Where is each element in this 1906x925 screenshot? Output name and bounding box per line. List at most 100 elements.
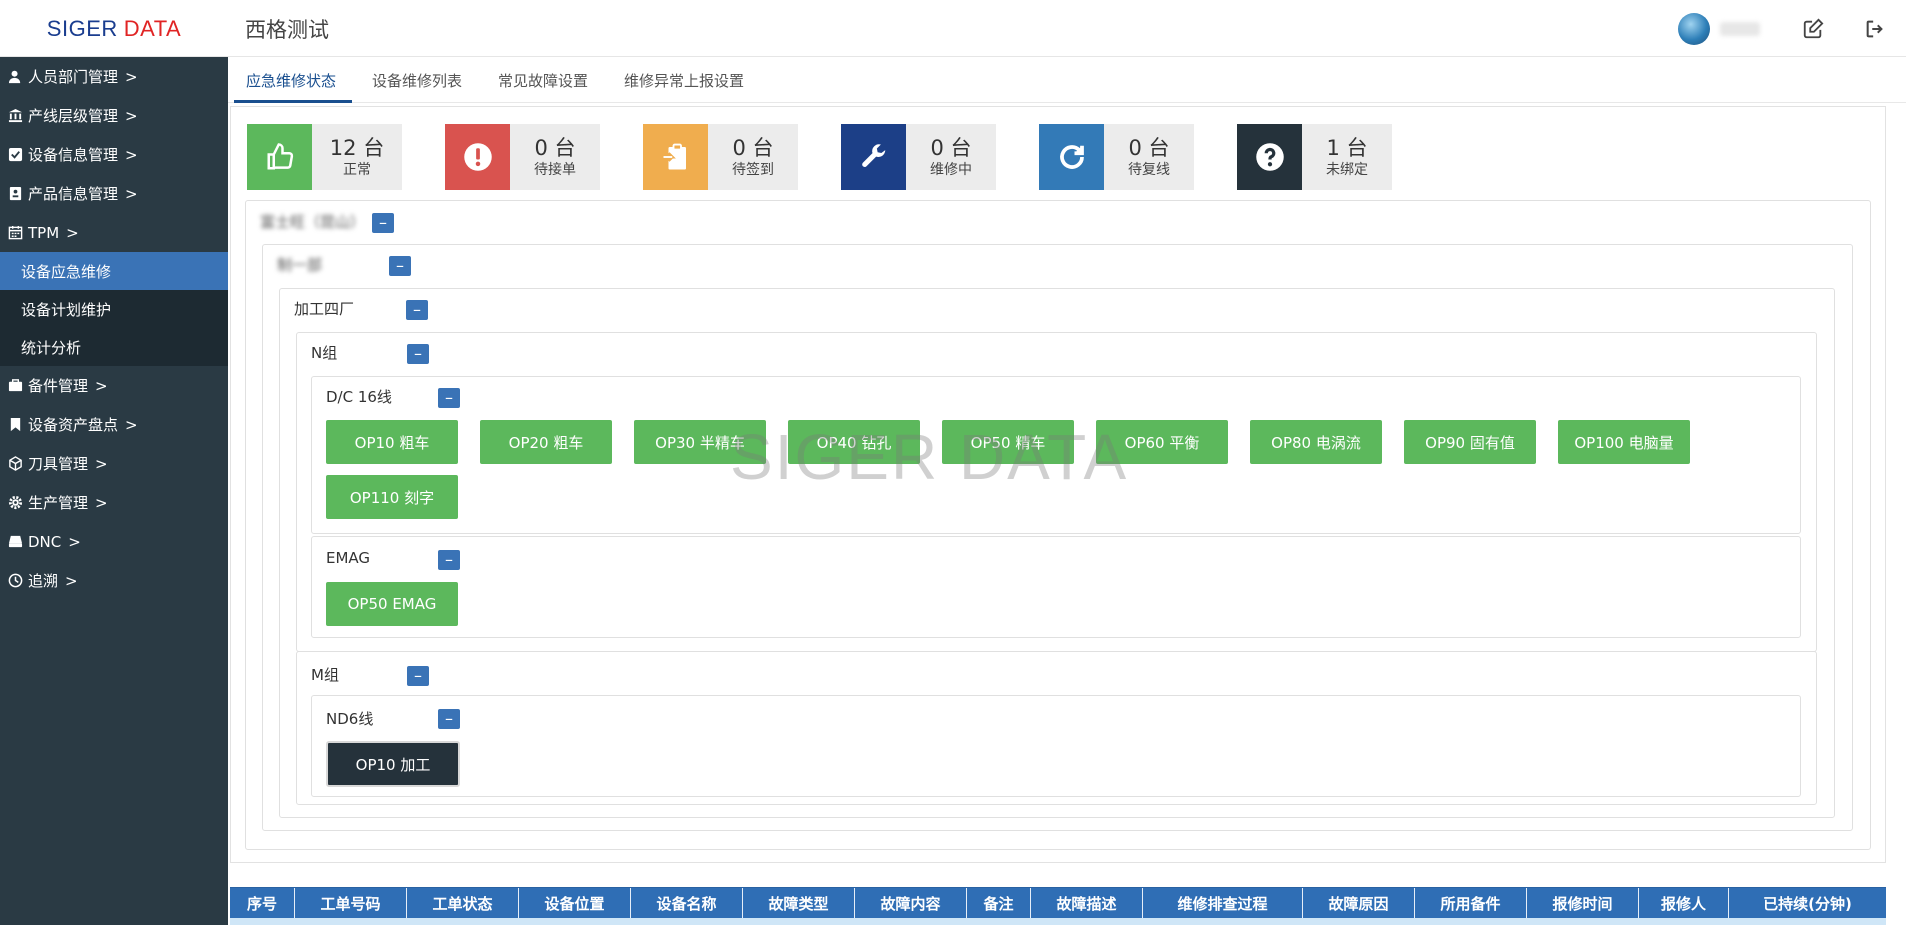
- equipment-op40[interactable]: OP40 钻孔: [788, 420, 920, 464]
- equipment-op10-nd6[interactable]: OP10 加工: [326, 741, 460, 787]
- logo[interactable]: SIGER DATA: [0, 0, 228, 57]
- chevron-right-icon: >: [125, 67, 138, 86]
- sidebar-item-personnel[interactable]: 人员部门管理 >: [0, 57, 228, 96]
- collapse-button[interactable]: –: [406, 300, 428, 320]
- sidebar-item-production-line[interactable]: 产线层级管理 >: [0, 96, 228, 135]
- column-header[interactable]: 序号: [230, 888, 295, 919]
- collapse-button[interactable]: –: [407, 666, 429, 686]
- stat-normal[interactable]: 12 台 正常: [247, 124, 402, 190]
- sidebar-item-spare-parts[interactable]: 备件管理 >: [0, 366, 228, 405]
- stat-in-repair[interactable]: 0 台 维修中: [841, 124, 996, 190]
- tree-node-group-n: N组 – D/C 16线 – OP10 粗车 OP20 粗车 OP30 半精车 …: [296, 332, 1817, 652]
- chevron-right-icon: >: [125, 145, 138, 164]
- column-header[interactable]: 故障原因: [1303, 888, 1415, 919]
- sidebar-item-label: DNC: [28, 532, 62, 551]
- tree-node-line-emag: EMAG – OP50 EMAG: [311, 536, 1801, 638]
- collapse-button[interactable]: –: [438, 388, 460, 408]
- collapse-button[interactable]: –: [438, 550, 460, 570]
- stat-pending-signin[interactable]: 0 台 待签到: [643, 124, 798, 190]
- status-summary: 12 台 正常 0 台 待接单 0 台 待签到 0 台 维修中 0 台 待复线 …: [247, 124, 1435, 190]
- sidebar-item-production[interactable]: 生产管理 >: [0, 483, 228, 522]
- stat-unbound[interactable]: 1 台 未绑定: [1237, 124, 1392, 190]
- equipment-op110[interactable]: OP110 刻字: [326, 475, 458, 519]
- stat-pending-reline[interactable]: 0 台 待复线: [1039, 124, 1194, 190]
- chevron-right-icon: >: [125, 106, 138, 125]
- user-icon: [6, 69, 24, 85]
- column-header[interactable]: 报修时间: [1527, 888, 1639, 919]
- tab-repair-list[interactable]: 设备维修列表: [354, 57, 480, 103]
- column-header[interactable]: 所用备件: [1415, 888, 1527, 919]
- sidebar-item-product-info[interactable]: 产品信息管理 >: [0, 174, 228, 213]
- column-header[interactable]: 故障类型: [743, 888, 855, 919]
- logout-button[interactable]: [1844, 0, 1906, 57]
- clipboard-sign-in-icon: [643, 124, 708, 190]
- sidebar-subitem-planned-maintenance[interactable]: 设备计划维护: [0, 290, 228, 328]
- column-header[interactable]: 报修人: [1639, 888, 1729, 919]
- work-order-table-header: 序号 工单号码 工单状态 设备位置 设备名称 故障类型 故障内容 备注 故障描述…: [230, 887, 1886, 919]
- column-header[interactable]: 故障内容: [855, 888, 967, 919]
- column-header[interactable]: 设备名称: [631, 888, 743, 919]
- sidebar-item-asset-inventory[interactable]: 设备资产盘点 >: [0, 405, 228, 444]
- equipment-op10[interactable]: OP10 粗车: [326, 420, 458, 464]
- tree-label-group: M组: [311, 666, 339, 684]
- avatar[interactable]: [1678, 12, 1710, 45]
- bookmark-icon: [6, 417, 24, 433]
- check-square-icon: [6, 147, 24, 163]
- chevron-right-icon: >: [65, 571, 78, 590]
- sidebar-subitem-emergency-repair[interactable]: 设备应急维修: [0, 252, 228, 290]
- equipment-op20[interactable]: OP20 粗车: [480, 420, 612, 464]
- equipment-op80[interactable]: OP80 电涡流: [1250, 420, 1382, 464]
- column-header[interactable]: 维修排查过程: [1143, 888, 1303, 919]
- column-header[interactable]: 工单状态: [407, 888, 519, 919]
- question-circle-icon: [1237, 124, 1302, 190]
- sidebar-item-dnc[interactable]: DNC >: [0, 522, 228, 561]
- sidebar-item-equipment-info[interactable]: 设备信息管理 >: [0, 135, 228, 174]
- tab-emergency-status[interactable]: 应急维修状态: [228, 57, 354, 103]
- column-header[interactable]: 故障描述: [1031, 888, 1143, 919]
- gear-icon: [6, 495, 24, 511]
- equipment-op30[interactable]: OP30 半精车: [634, 420, 766, 464]
- tab-exception-report[interactable]: 维修异常上报设置: [606, 57, 762, 103]
- edit-button[interactable]: [1782, 0, 1844, 57]
- stat-count: 0 台: [534, 136, 576, 160]
- hdd-icon: [6, 534, 24, 550]
- column-header[interactable]: 备注: [967, 888, 1031, 919]
- equipment-op90[interactable]: OP90 固有值: [1404, 420, 1536, 464]
- sidebar-item-label: 产品信息管理: [28, 185, 119, 203]
- equipment-op50-emag[interactable]: OP50 EMAG: [326, 582, 458, 626]
- stat-pending-accept[interactable]: 0 台 待接单: [445, 124, 600, 190]
- sidebar-subitem-statistics[interactable]: 统计分析: [0, 328, 228, 366]
- equipment-op50[interactable]: OP50 精车: [942, 420, 1074, 464]
- tree-label-line: EMAG: [326, 549, 371, 567]
- sidebar-item-tool-management[interactable]: 刀具管理 >: [0, 444, 228, 483]
- tree-label-line: ND6线: [326, 710, 374, 728]
- collapse-button[interactable]: –: [389, 256, 411, 276]
- sidebar-item-tpm[interactable]: TPM >: [0, 213, 228, 252]
- username-blurred[interactable]: [1720, 21, 1760, 36]
- tree-node-factory: 加工四厂 – N组 – D/C 16线 – OP10 粗车 OP20 粗车 OP…: [279, 288, 1835, 818]
- sidebar-item-label: 刀具管理: [28, 455, 89, 473]
- wrench-icon: [841, 124, 906, 190]
- collapse-button[interactable]: –: [407, 344, 429, 364]
- collapse-button[interactable]: –: [372, 213, 394, 233]
- tree-node-group-m: M组 – ND6线 – OP10 加工: [296, 651, 1817, 805]
- sidebar-item-traceability[interactable]: 追溯 >: [0, 561, 228, 600]
- chevron-right-icon: >: [95, 493, 108, 512]
- cube-icon: [6, 456, 24, 472]
- thumbs-up-icon: [247, 124, 312, 190]
- tree-label-group: N组: [311, 344, 338, 362]
- tree-node-line-dc16: D/C 16线 – OP10 粗车 OP20 粗车 OP30 半精车 OP40 …: [311, 376, 1801, 534]
- column-header[interactable]: 工单号码: [295, 888, 407, 919]
- equipment-op60[interactable]: OP60 平衡: [1096, 420, 1228, 464]
- repair-status-panel: 12 台 正常 0 台 待接单 0 台 待签到 0 台 维修中 0 台 待复线 …: [230, 106, 1886, 863]
- column-header[interactable]: 已持续(分钟): [1729, 888, 1886, 919]
- tab-common-faults[interactable]: 常见故障设置: [480, 57, 606, 103]
- briefcase-icon: [6, 378, 24, 394]
- collapse-button[interactable]: –: [438, 709, 460, 729]
- column-header[interactable]: 设备位置: [519, 888, 631, 919]
- tab-bar: 应急维修状态 设备维修列表 常见故障设置 维修异常上报设置: [228, 57, 1906, 103]
- stat-label: 未绑定: [1326, 162, 1368, 178]
- equipment-op100[interactable]: OP100 电脑量: [1558, 420, 1690, 464]
- tree-label-factory: 加工四厂: [294, 300, 355, 318]
- stat-count: 12 台: [329, 136, 385, 160]
